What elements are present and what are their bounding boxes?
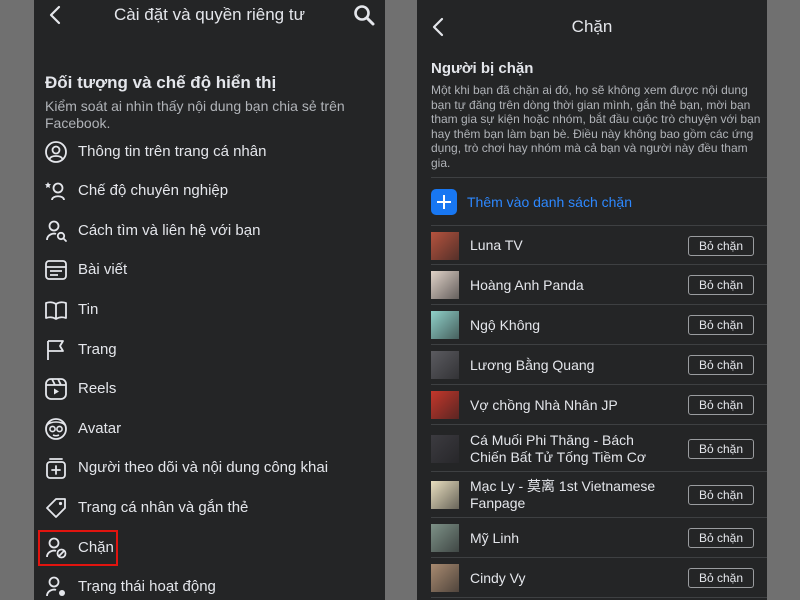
- unblock-button[interactable]: Bỏ chặn: [688, 355, 754, 375]
- unblock-button[interactable]: Bỏ chặn: [688, 439, 754, 459]
- blocked-user-row: Cindy Vy Bỏ chặn: [417, 558, 767, 598]
- profile-icon: [45, 141, 67, 163]
- unblock-button[interactable]: Bỏ chặn: [688, 528, 754, 548]
- user-search-icon: [46, 220, 67, 242]
- avatar: [431, 271, 459, 299]
- add-to-block-list-label: Thêm vào danh sách chặn: [467, 194, 632, 210]
- blocked-user-row: Luna TV Bỏ chặn: [417, 226, 767, 265]
- settings-item-label: Cách tìm và liên hệ với bạn: [78, 222, 261, 239]
- settings-item-activity-status[interactable]: Trạng thái hoạt động: [34, 570, 385, 600]
- blocked-user-row: Mạc Ly - 莫离 1st Vietnamese Fanpage Bỏ chặ…: [417, 472, 767, 518]
- block-user-icon: [46, 537, 67, 559]
- settings-item-label: Trạng thái hoạt động: [78, 578, 216, 595]
- visibility-section-description: Kiểm soát ai nhìn thấy nội dung bạn chia…: [45, 98, 345, 131]
- avatar: [431, 391, 459, 419]
- professional-mode-icon: [45, 182, 65, 201]
- settings-title: Cài đặt và quyền riêng tư: [114, 5, 305, 24]
- blocked-user-name: Mạc Ly - 莫离 1st Vietnamese Fanpage: [470, 478, 656, 511]
- settings-item-blocking[interactable]: Chặn: [34, 531, 385, 565]
- search-icon[interactable]: [352, 3, 376, 27]
- blocked-people-title: Người bị chặn: [431, 60, 534, 77]
- blocked-user-name: Vợ chồng Nhà Nhân JP: [470, 397, 618, 413]
- avatar: [431, 435, 459, 463]
- settings-item-professional-mode[interactable]: Chế độ chuyên nghiệp: [34, 174, 385, 208]
- unblock-button[interactable]: Bỏ chặn: [688, 395, 754, 415]
- settings-item-avatar[interactable]: Avatar: [34, 412, 385, 446]
- blocked-user-row: Lương Bằng Quang Bỏ chặn: [417, 345, 767, 385]
- plus-icon: [431, 189, 457, 215]
- add-to-block-list-button[interactable]: Thêm vào danh sách chặn: [431, 187, 751, 217]
- avatar: [431, 311, 459, 339]
- tag-icon: [46, 498, 66, 518]
- unblock-button[interactable]: Bỏ chặn: [688, 315, 754, 335]
- settings-header: Cài đặt và quyền riêng tư: [34, 0, 385, 30]
- posts-icon: [45, 260, 67, 280]
- avatar: [431, 524, 459, 552]
- book-icon: [45, 301, 67, 320]
- avatar: [431, 481, 459, 509]
- blocked-user-name: Mỹ Linh: [470, 530, 520, 546]
- blocking-title: Chặn: [571, 17, 613, 36]
- blocked-user-name: Luna TV: [470, 237, 523, 253]
- unblock-button[interactable]: Bỏ chặn: [688, 568, 754, 588]
- blocked-user-name: Cindy Vy: [470, 570, 526, 586]
- avatar: [431, 564, 459, 592]
- blocked-user-row: Mỹ Linh Bỏ chặn: [417, 518, 767, 558]
- settings-item-stories[interactable]: Tin: [34, 293, 385, 327]
- blocked-user-name: Lương Bằng Quang: [470, 357, 595, 373]
- settings-item-label: Thông tin trên trang cá nhân: [78, 143, 267, 160]
- blocking-screen: Chặn Người bị chặn Một khi bạn đã chặn a…: [417, 0, 767, 600]
- blocked-user-row: Hoàng Anh Panda Bỏ chặn: [417, 265, 767, 305]
- settings-item-label: Tin: [78, 301, 99, 318]
- divider: [431, 597, 767, 598]
- blocked-user-row: Vợ chồng Nhà Nhân JP Bỏ chặn: [417, 385, 767, 425]
- activity-status-icon: [46, 576, 65, 597]
- unblock-button[interactable]: Bỏ chặn: [688, 275, 754, 295]
- divider: [431, 177, 767, 178]
- avatar: [431, 351, 459, 379]
- blocked-user-row: Ngộ Không Bỏ chặn: [417, 305, 767, 345]
- avatar-icon: [45, 418, 67, 440]
- settings-item-reels[interactable]: Reels: [34, 372, 385, 406]
- visibility-section-title: Đối tượng và chế độ hiển thị: [45, 73, 277, 92]
- blocked-user-row: Cá Muối Phi Thăng - Bách Chiến Bất Tử Tố…: [417, 425, 767, 472]
- settings-item-profile-info[interactable]: Thông tin trên trang cá nhân: [34, 135, 385, 169]
- settings-item-profile-tagging[interactable]: Trang cá nhân và gắn thẻ: [34, 491, 385, 525]
- reels-icon: [45, 378, 67, 400]
- settings-item-pages[interactable]: Trang: [34, 333, 385, 367]
- unblock-button[interactable]: Bỏ chặn: [688, 485, 754, 505]
- flag-icon: [47, 340, 64, 360]
- settings-screen: Cài đặt và quyền riêng tư Đối tượng và c…: [34, 0, 385, 600]
- blocked-user-name: Hoàng Anh Panda: [470, 277, 584, 293]
- avatar: [431, 232, 459, 260]
- settings-item-label: Trang: [78, 341, 117, 358]
- settings-item-label: Người theo dõi và nội dung công khai: [78, 459, 329, 476]
- followers-icon: [46, 458, 66, 479]
- settings-item-label: Chặn: [78, 539, 114, 556]
- unblock-button[interactable]: Bỏ chặn: [688, 236, 754, 256]
- settings-item-label: Avatar: [78, 420, 122, 437]
- blocked-people-description: Một khi bạn đã chặn ai đó, họ sẽ không x…: [431, 83, 761, 170]
- settings-item-find-contact[interactable]: Cách tìm và liên hệ với bạn: [34, 214, 385, 248]
- settings-item-label: Reels: [78, 380, 117, 397]
- settings-item-posts[interactable]: Bài viết: [34, 253, 385, 287]
- blocked-user-name: Cá Muối Phi Thăng - Bách Chiến Bất Tử Tố…: [470, 432, 646, 465]
- settings-item-label: Bài viết: [78, 261, 128, 278]
- settings-item-label: Chế độ chuyên nghiệp: [78, 182, 229, 199]
- settings-item-followers[interactable]: Người theo dõi và nội dung công khai: [34, 451, 385, 485]
- settings-item-label: Trang cá nhân và gắn thẻ: [78, 499, 249, 516]
- blocked-user-name: Ngộ Không: [470, 317, 541, 333]
